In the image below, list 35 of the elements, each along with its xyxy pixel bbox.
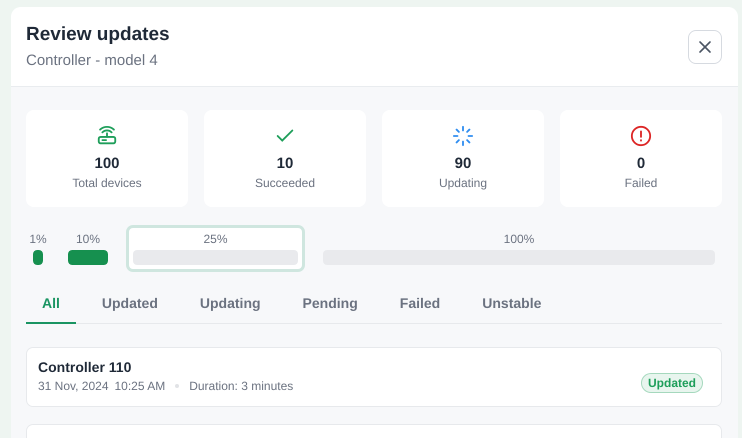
- update-time: 10:25 AM: [114, 379, 166, 393]
- stat-label: Succeeded: [254, 176, 316, 190]
- stat-value: 90: [454, 155, 472, 172]
- stat-label: Updating: [438, 176, 488, 190]
- dialog-subtitle: Controller - model 4: [26, 52, 159, 69]
- rollout-step[interactable]: 10%: [61, 225, 115, 272]
- router-icon: [96, 125, 118, 147]
- step-label: 25%: [203, 232, 228, 246]
- status-badge: Updated: [641, 372, 703, 392]
- alert-icon: [630, 125, 652, 147]
- dialog-title: Review updates: [26, 24, 170, 46]
- step-label: 1%: [29, 232, 47, 246]
- filter-tab[interactable]: All: [26, 283, 76, 324]
- step-label: 100%: [504, 232, 534, 246]
- stat-value: 10: [276, 155, 294, 172]
- stat-value: 100: [94, 155, 120, 172]
- stat-label: Total devices: [72, 176, 142, 190]
- rollout-step[interactable]: 1%: [26, 225, 50, 272]
- filter-tab[interactable]: Updated: [86, 283, 174, 324]
- step-label: 10%: [76, 232, 100, 246]
- device-card[interactable]: Controller 110 31 Nov, 2024 10:25 AM Duration: 3 minutes Updated: [26, 347, 722, 407]
- filter-tab[interactable]: Pending: [286, 283, 374, 324]
- spinner-icon: [452, 125, 474, 147]
- update-date: 31 Nov, 2024: [38, 379, 108, 393]
- close-button[interactable]: [688, 30, 722, 64]
- update-duration: Duration: 3 minutes: [189, 379, 294, 393]
- close-icon: [697, 39, 713, 55]
- stat-value: 0: [636, 155, 646, 172]
- filter-tab[interactable]: Updating: [184, 283, 277, 324]
- filter-tab[interactable]: Failed: [384, 283, 456, 324]
- filter-tab[interactable]: Unstable: [466, 283, 558, 324]
- rollout-step[interactable]: 100%: [316, 225, 722, 272]
- stat-label: Failed: [624, 176, 658, 190]
- rollout-step[interactable]: 25%: [126, 225, 305, 272]
- device-name: Controller 110: [38, 359, 132, 375]
